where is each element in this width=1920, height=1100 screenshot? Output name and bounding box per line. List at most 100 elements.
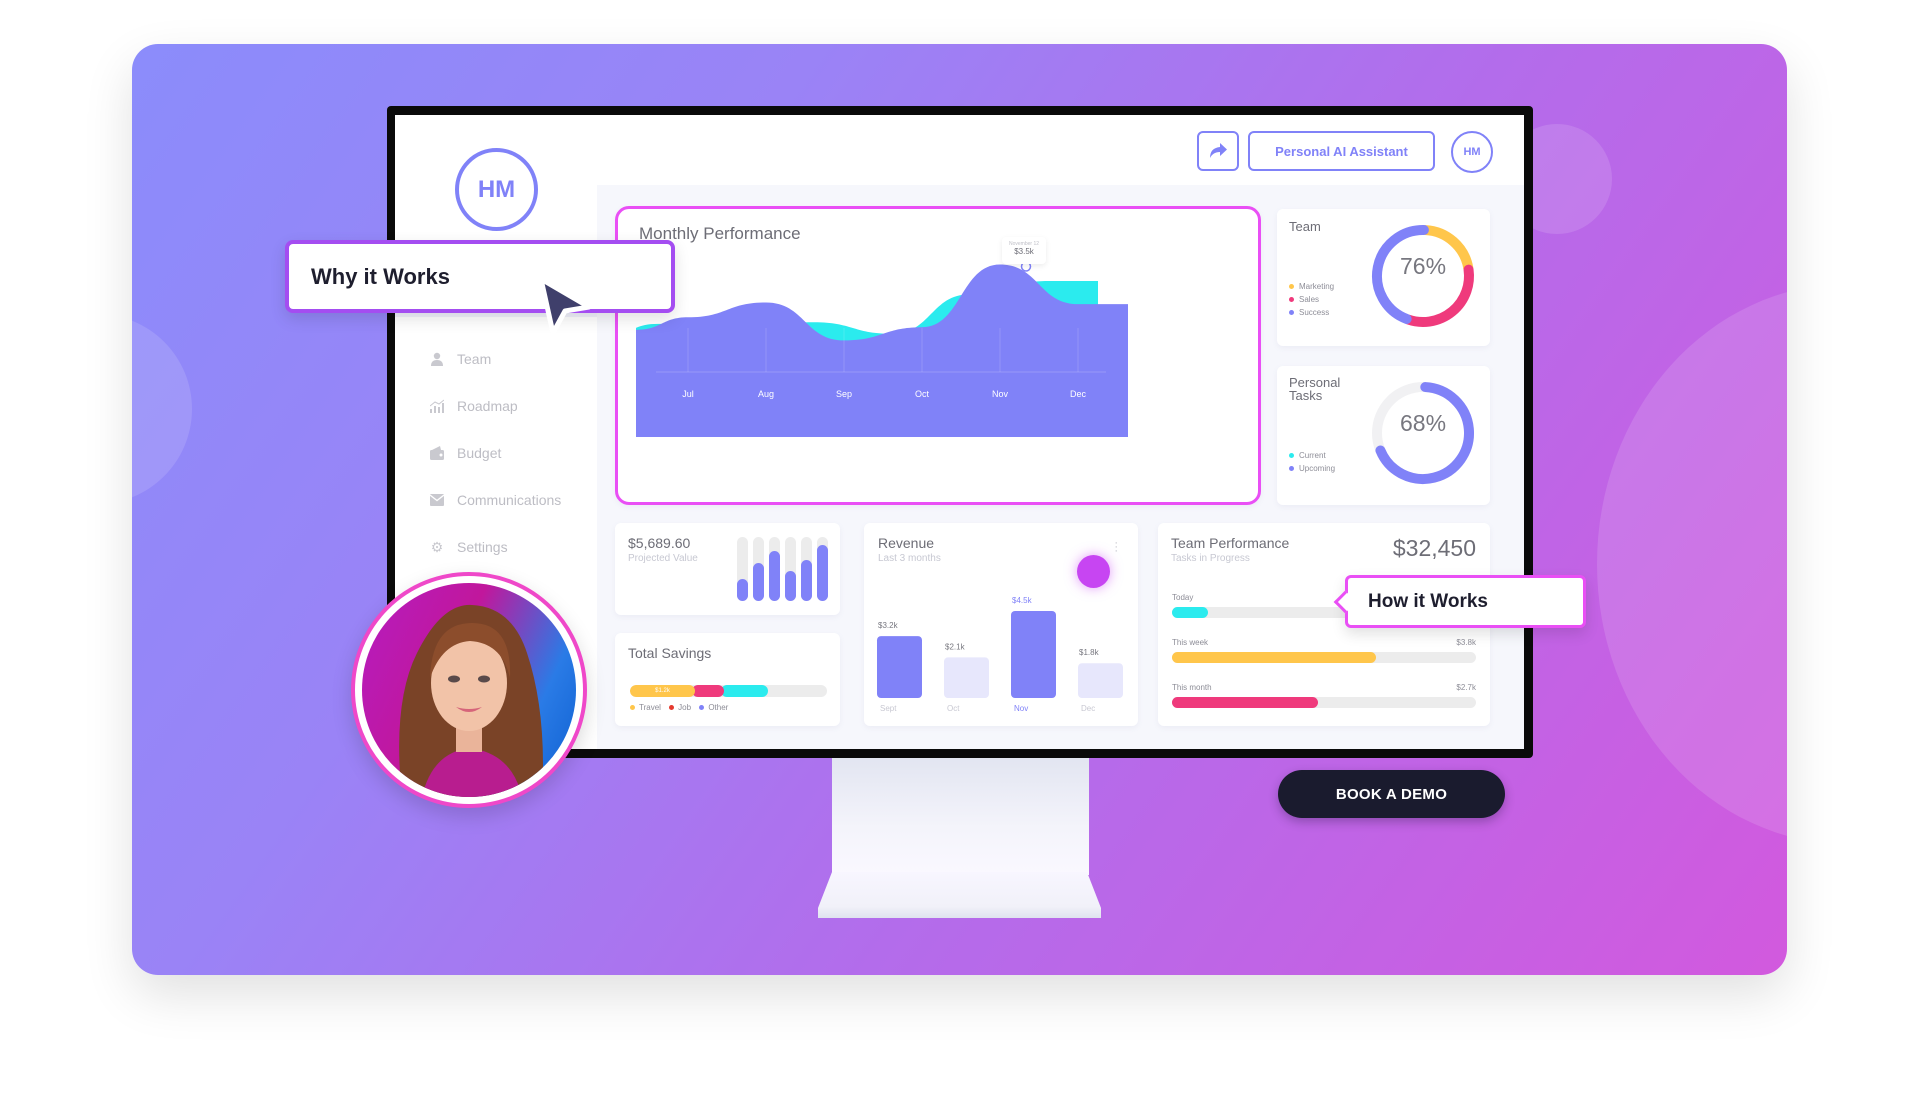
revenue-bar-oct[interactable] bbox=[944, 657, 989, 698]
sidebar-item-label: Roadmap bbox=[457, 398, 518, 414]
status-orb bbox=[1077, 555, 1110, 588]
chart-tooltip: November 12 $3.5k bbox=[1002, 237, 1046, 264]
revenue-bar-nov[interactable] bbox=[1011, 611, 1056, 698]
donut-center-label: 68% bbox=[1400, 410, 1447, 436]
total-savings-card: Total Savings $1.2k Travel Job Other bbox=[615, 633, 840, 726]
sidebar-item-roadmap[interactable]: Roadmap bbox=[395, 386, 597, 426]
bar-value-label: $3.2k bbox=[878, 621, 899, 630]
decor-blob bbox=[132, 314, 192, 504]
progress-fill bbox=[1172, 652, 1376, 663]
savings-segment-travel: $1.2k bbox=[630, 685, 695, 697]
legend-item: Other bbox=[699, 703, 728, 712]
legend-dot bbox=[1289, 297, 1294, 303]
x-tick-label: Nov bbox=[992, 389, 1009, 399]
sidebar-item-label: Team bbox=[457, 351, 492, 367]
area-chart[interactable]: Jul Aug Sep Oct Nov Dec bbox=[636, 238, 1128, 437]
progress-fill bbox=[1172, 697, 1318, 708]
mini-bar bbox=[769, 537, 780, 601]
sidebar-item-label: Budget bbox=[457, 445, 502, 461]
title-line: Tasks bbox=[1289, 388, 1323, 403]
logo[interactable]: HM bbox=[455, 148, 538, 231]
savings-segment-job bbox=[692, 685, 724, 697]
legend-item: Sales bbox=[1289, 293, 1334, 306]
mini-bar bbox=[753, 537, 764, 601]
row-label: This month bbox=[1172, 683, 1212, 692]
team-card: Team 76% Marketing Sales Success bbox=[1277, 209, 1490, 346]
sidebar-item-settings[interactable]: ⚙ Settings bbox=[395, 527, 597, 567]
mini-bar bbox=[737, 537, 748, 601]
user-icon bbox=[429, 351, 445, 367]
x-tick-label: Oct bbox=[915, 389, 930, 399]
card-title: Team bbox=[1289, 219, 1321, 234]
bar-value-label: $4.5k bbox=[1012, 596, 1033, 605]
legend-item: Upcoming bbox=[1289, 462, 1335, 475]
x-tick-label: Sep bbox=[836, 389, 852, 399]
sidebar-item-communications[interactable]: Communications bbox=[395, 480, 597, 520]
decor-blob bbox=[1597, 284, 1787, 844]
wallet-icon bbox=[429, 445, 445, 461]
revenue-bar-sept[interactable] bbox=[877, 636, 922, 698]
logo-initials: HM bbox=[477, 175, 516, 203]
progress-track bbox=[1172, 652, 1476, 663]
card-title: Revenue bbox=[878, 535, 935, 551]
legend-label: Current bbox=[1299, 451, 1326, 460]
sidebar-item-label: Communications bbox=[457, 492, 562, 508]
share-button[interactable] bbox=[1197, 131, 1239, 171]
legend-dot bbox=[1289, 284, 1294, 290]
monitor-foot bbox=[818, 872, 1101, 918]
monitor-stand bbox=[832, 757, 1089, 875]
row-amount: $2.7k bbox=[1456, 683, 1476, 692]
legend-dot bbox=[669, 705, 675, 711]
why-it-works-callout[interactable]: Why it Works bbox=[285, 240, 675, 313]
button-label: BOOK A DEMO bbox=[1335, 785, 1448, 803]
mini-bar-fill bbox=[737, 578, 748, 601]
legend-dot bbox=[1289, 453, 1294, 459]
x-tick-label: Aug bbox=[758, 389, 774, 399]
savings-segment-other bbox=[720, 685, 768, 697]
tooltip-value: $3.5k bbox=[1014, 247, 1034, 256]
avatar-portrait bbox=[362, 583, 576, 797]
team-performance-amount: $32,450 bbox=[1392, 535, 1476, 561]
sidebar-item-budget[interactable]: Budget bbox=[395, 433, 597, 473]
book-a-demo-button[interactable]: BOOK A DEMO bbox=[1278, 770, 1505, 818]
stage: HM Dashboard Team Roadmap bbox=[0, 0, 1920, 1100]
top-header: Personal AI Assistant HM bbox=[597, 115, 1524, 185]
sidebar-item-label: Settings bbox=[457, 539, 508, 555]
legend-item: Marketing bbox=[1289, 280, 1334, 293]
revenue-bar-dec[interactable] bbox=[1078, 663, 1123, 698]
sidebar-item-team[interactable]: Team bbox=[395, 339, 597, 379]
share-icon bbox=[1210, 143, 1227, 158]
more-vertical-icon[interactable]: · · · bbox=[1114, 538, 1118, 557]
legend-label: Travel bbox=[639, 703, 661, 712]
bar-category-label: Sept bbox=[880, 704, 897, 713]
personal-ai-assistant-button[interactable]: Personal AI Assistant bbox=[1248, 131, 1435, 171]
monthly-performance-card: Monthly Performance gs e JulAugSepOctNov… bbox=[615, 206, 1261, 505]
revenue-card: $3.2k Sept $2.1k Oct $4.5k Nov $1.8k Dec Revenu… bbox=[864, 523, 1138, 726]
person-portrait-icon bbox=[399, 604, 543, 797]
bar-category-label: Nov bbox=[1014, 704, 1028, 713]
legend-label: Job bbox=[678, 703, 692, 712]
mini-bar-fill bbox=[753, 562, 764, 601]
row-label: Today bbox=[1172, 593, 1194, 602]
legend-item: Current bbox=[1289, 449, 1335, 462]
legend-label: Other bbox=[708, 703, 729, 712]
card-subtitle: Tasks in Progress bbox=[1171, 553, 1250, 564]
mini-bar-fill bbox=[785, 570, 796, 601]
donut-center-label: 76% bbox=[1400, 253, 1447, 279]
projected-bars bbox=[737, 537, 829, 601]
legend-item: Success bbox=[1289, 306, 1334, 319]
mail-icon bbox=[429, 492, 445, 508]
progress-track bbox=[1172, 697, 1476, 708]
row-amount: $3.8k bbox=[1456, 638, 1476, 647]
mini-bar bbox=[801, 537, 812, 601]
how-it-works-callout[interactable]: How it Works bbox=[1333, 575, 1586, 628]
bar-category-label: Dec bbox=[1081, 704, 1095, 713]
team-legend: Marketing Sales Success bbox=[1289, 280, 1334, 319]
mini-bar bbox=[817, 537, 828, 601]
callout-label: Why it Works bbox=[311, 263, 450, 289]
x-tick-label: Jul bbox=[682, 389, 694, 399]
user-avatar-button[interactable]: HM bbox=[1451, 131, 1493, 173]
chart-icon bbox=[429, 398, 445, 414]
mini-bar bbox=[785, 537, 796, 601]
mini-bar-fill bbox=[801, 560, 812, 601]
